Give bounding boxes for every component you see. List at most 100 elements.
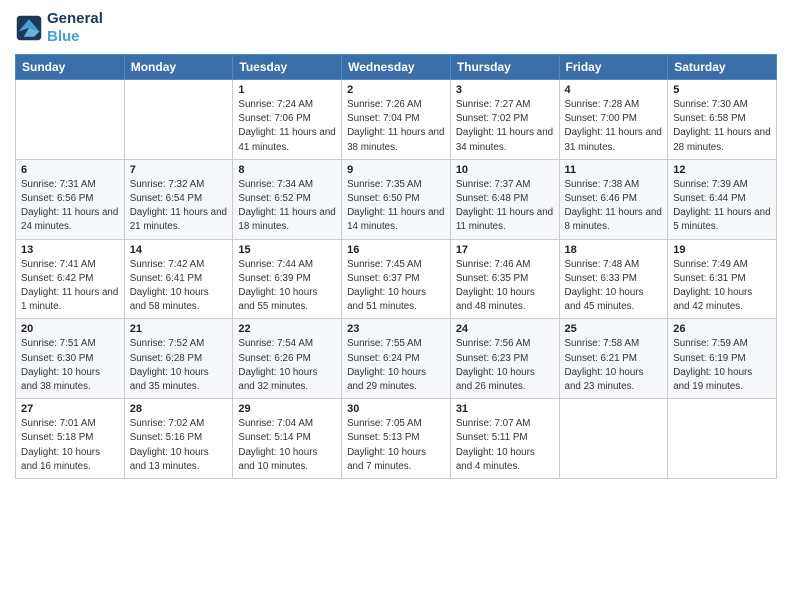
- calendar-cell: 17 Sunrise: 7:46 AMSunset: 6:35 PMDayligh…: [450, 239, 559, 319]
- day-number: 3: [456, 84, 554, 96]
- day-number: 5: [673, 84, 771, 96]
- calendar-cell: 26 Sunrise: 7:59 AMSunset: 6:19 PMDayligh…: [668, 319, 777, 399]
- day-info: Sunrise: 7:37 AMSunset: 6:48 PMDaylight:…: [456, 178, 554, 235]
- day-info: Sunrise: 7:31 AMSunset: 6:56 PMDaylight:…: [21, 178, 119, 235]
- calendar-week-5: 27Sunrise: 7:01 AMSunset: 5:18 PMDayligh…: [16, 399, 777, 479]
- day-number: 12: [673, 164, 771, 176]
- day-number: 23: [347, 323, 445, 335]
- day-info: Sunrise: 7:52 AMSunset: 6:28 PMDaylight:…: [130, 337, 228, 394]
- day-number: 20: [21, 323, 119, 335]
- day-number: 4: [565, 84, 663, 96]
- weekday-header-friday: Friday: [559, 55, 668, 80]
- calendar-cell: 12 Sunrise: 7:39 AMSunset: 6:44 PMDayligh…: [668, 159, 777, 239]
- day-info: Sunrise: 7:58 AMSunset: 6:21 PMDaylight:…: [565, 337, 663, 394]
- day-info: Sunrise: 7:34 AMSunset: 6:52 PMDaylight:…: [238, 178, 336, 235]
- calendar-cell: [668, 399, 777, 479]
- calendar-cell: 28Sunrise: 7:02 AMSunset: 5:16 PMDayligh…: [124, 399, 233, 479]
- day-info: Sunrise: 7:26 AMSunset: 7:04 PMDaylight:…: [347, 98, 445, 155]
- calendar-cell: 14 Sunrise: 7:42 AMSunset: 6:41 PMDayligh…: [124, 239, 233, 319]
- calendar-cell: [16, 80, 125, 160]
- logo-text: General Blue: [47, 10, 103, 46]
- day-info: Sunrise: 7:45 AMSunset: 6:37 PMDaylight:…: [347, 258, 445, 315]
- day-info: Sunrise: 7:49 AMSunset: 6:31 PMDaylight:…: [673, 258, 771, 315]
- calendar-cell: 10 Sunrise: 7:37 AMSunset: 6:48 PMDayligh…: [450, 159, 559, 239]
- calendar-cell: 6Sunrise: 7:31 AMSunset: 6:56 PMDaylight…: [16, 159, 125, 239]
- day-info: Sunrise: 7:38 AMSunset: 6:46 PMDaylight:…: [565, 178, 663, 235]
- day-info: Sunrise: 7:35 AMSunset: 6:50 PMDaylight:…: [347, 178, 445, 235]
- calendar-cell: 9Sunrise: 7:35 AMSunset: 6:50 PMDaylight…: [342, 159, 451, 239]
- day-info: Sunrise: 7:39 AMSunset: 6:44 PMDaylight:…: [673, 178, 771, 235]
- calendar-cell: [124, 80, 233, 160]
- day-number: 26: [673, 323, 771, 335]
- calendar-cell: 30 Sunrise: 7:05 AMSunset: 5:13 PMDayligh…: [342, 399, 451, 479]
- day-info: Sunrise: 7:32 AMSunset: 6:54 PMDaylight:…: [130, 178, 228, 235]
- day-number: 10: [456, 164, 554, 176]
- logo: General Blue: [15, 10, 103, 46]
- day-number: 22: [238, 323, 336, 335]
- day-info: Sunrise: 7:46 AMSunset: 6:35 PMDaylight:…: [456, 258, 554, 315]
- day-number: 17: [456, 244, 554, 256]
- day-number: 2: [347, 84, 445, 96]
- day-info: Sunrise: 7:56 AMSunset: 6:23 PMDaylight:…: [456, 337, 554, 394]
- day-info: Sunrise: 7:01 AMSunset: 5:18 PMDaylight:…: [21, 417, 119, 474]
- calendar-cell: 13 Sunrise: 7:41 AMSunset: 6:42 PMDayligh…: [16, 239, 125, 319]
- day-number: 29: [238, 403, 336, 415]
- day-number: 13: [21, 244, 119, 256]
- calendar-cell: 22Sunrise: 7:54 AMSunset: 6:26 PMDayligh…: [233, 319, 342, 399]
- day-number: 21: [130, 323, 228, 335]
- day-number: 19: [673, 244, 771, 256]
- calendar-week-1: 1 Sunrise: 7:24 AMSunset: 7:06 PMDaylight…: [16, 80, 777, 160]
- calendar-cell: 31Sunrise: 7:07 AMSunset: 5:11 PMDayligh…: [450, 399, 559, 479]
- day-number: 14: [130, 244, 228, 256]
- calendar-cell: 27Sunrise: 7:01 AMSunset: 5:18 PMDayligh…: [16, 399, 125, 479]
- logo-icon: [15, 14, 43, 42]
- day-info: Sunrise: 7:42 AMSunset: 6:41 PMDaylight:…: [130, 258, 228, 315]
- day-info: Sunrise: 7:41 AMSunset: 6:42 PMDaylight:…: [21, 258, 119, 315]
- day-number: 25: [565, 323, 663, 335]
- calendar-cell: 19 Sunrise: 7:49 AMSunset: 6:31 PMDayligh…: [668, 239, 777, 319]
- day-number: 1: [238, 84, 336, 96]
- calendar-header-row: SundayMondayTuesdayWednesdayThursdayFrid…: [16, 55, 777, 80]
- calendar-cell: 3 Sunrise: 7:27 AMSunset: 7:02 PMDaylight…: [450, 80, 559, 160]
- calendar-week-2: 6Sunrise: 7:31 AMSunset: 6:56 PMDaylight…: [16, 159, 777, 239]
- weekday-header-saturday: Saturday: [668, 55, 777, 80]
- day-info: Sunrise: 7:27 AMSunset: 7:02 PMDaylight:…: [456, 98, 554, 155]
- weekday-header-wednesday: Wednesday: [342, 55, 451, 80]
- calendar-cell: 21 Sunrise: 7:52 AMSunset: 6:28 PMDayligh…: [124, 319, 233, 399]
- calendar-cell: [559, 399, 668, 479]
- calendar-week-3: 13 Sunrise: 7:41 AMSunset: 6:42 PMDayligh…: [16, 239, 777, 319]
- calendar-cell: 25 Sunrise: 7:58 AMSunset: 6:21 PMDayligh…: [559, 319, 668, 399]
- weekday-header-thursday: Thursday: [450, 55, 559, 80]
- header: General Blue: [15, 10, 777, 46]
- calendar-table: SundayMondayTuesdayWednesdayThursdayFrid…: [15, 54, 777, 479]
- calendar-cell: 23Sunrise: 7:55 AMSunset: 6:24 PMDayligh…: [342, 319, 451, 399]
- day-number: 30: [347, 403, 445, 415]
- day-info: Sunrise: 7:24 AMSunset: 7:06 PMDaylight:…: [238, 98, 336, 155]
- calendar-cell: 20 Sunrise: 7:51 AMSunset: 6:30 PMDayligh…: [16, 319, 125, 399]
- calendar-cell: 4 Sunrise: 7:28 AMSunset: 7:00 PMDaylight…: [559, 80, 668, 160]
- calendar-week-4: 20 Sunrise: 7:51 AMSunset: 6:30 PMDayligh…: [16, 319, 777, 399]
- weekday-header-tuesday: Tuesday: [233, 55, 342, 80]
- calendar-cell: 15 Sunrise: 7:44 AMSunset: 6:39 PMDayligh…: [233, 239, 342, 319]
- day-number: 24: [456, 323, 554, 335]
- day-info: Sunrise: 7:05 AMSunset: 5:13 PMDaylight:…: [347, 417, 445, 474]
- calendar-cell: 29Sunrise: 7:04 AMSunset: 5:14 PMDayligh…: [233, 399, 342, 479]
- day-info: Sunrise: 7:51 AMSunset: 6:30 PMDaylight:…: [21, 337, 119, 394]
- day-number: 15: [238, 244, 336, 256]
- calendar-cell: 16Sunrise: 7:45 AMSunset: 6:37 PMDayligh…: [342, 239, 451, 319]
- weekday-header-monday: Monday: [124, 55, 233, 80]
- calendar-cell: 2 Sunrise: 7:26 AMSunset: 7:04 PMDaylight…: [342, 80, 451, 160]
- day-info: Sunrise: 7:28 AMSunset: 7:00 PMDaylight:…: [565, 98, 663, 155]
- day-info: Sunrise: 7:48 AMSunset: 6:33 PMDaylight:…: [565, 258, 663, 315]
- day-info: Sunrise: 7:44 AMSunset: 6:39 PMDaylight:…: [238, 258, 336, 315]
- day-number: 18: [565, 244, 663, 256]
- day-number: 8: [238, 164, 336, 176]
- page: General Blue SundayMondayTuesdayWednesda…: [0, 0, 792, 612]
- day-info: Sunrise: 7:30 AMSunset: 6:58 PMDaylight:…: [673, 98, 771, 155]
- day-number: 7: [130, 164, 228, 176]
- day-number: 31: [456, 403, 554, 415]
- calendar-cell: 8 Sunrise: 7:34 AMSunset: 6:52 PMDaylight…: [233, 159, 342, 239]
- day-number: 28: [130, 403, 228, 415]
- day-info: Sunrise: 7:59 AMSunset: 6:19 PMDaylight:…: [673, 337, 771, 394]
- calendar-cell: 5 Sunrise: 7:30 AMSunset: 6:58 PMDaylight…: [668, 80, 777, 160]
